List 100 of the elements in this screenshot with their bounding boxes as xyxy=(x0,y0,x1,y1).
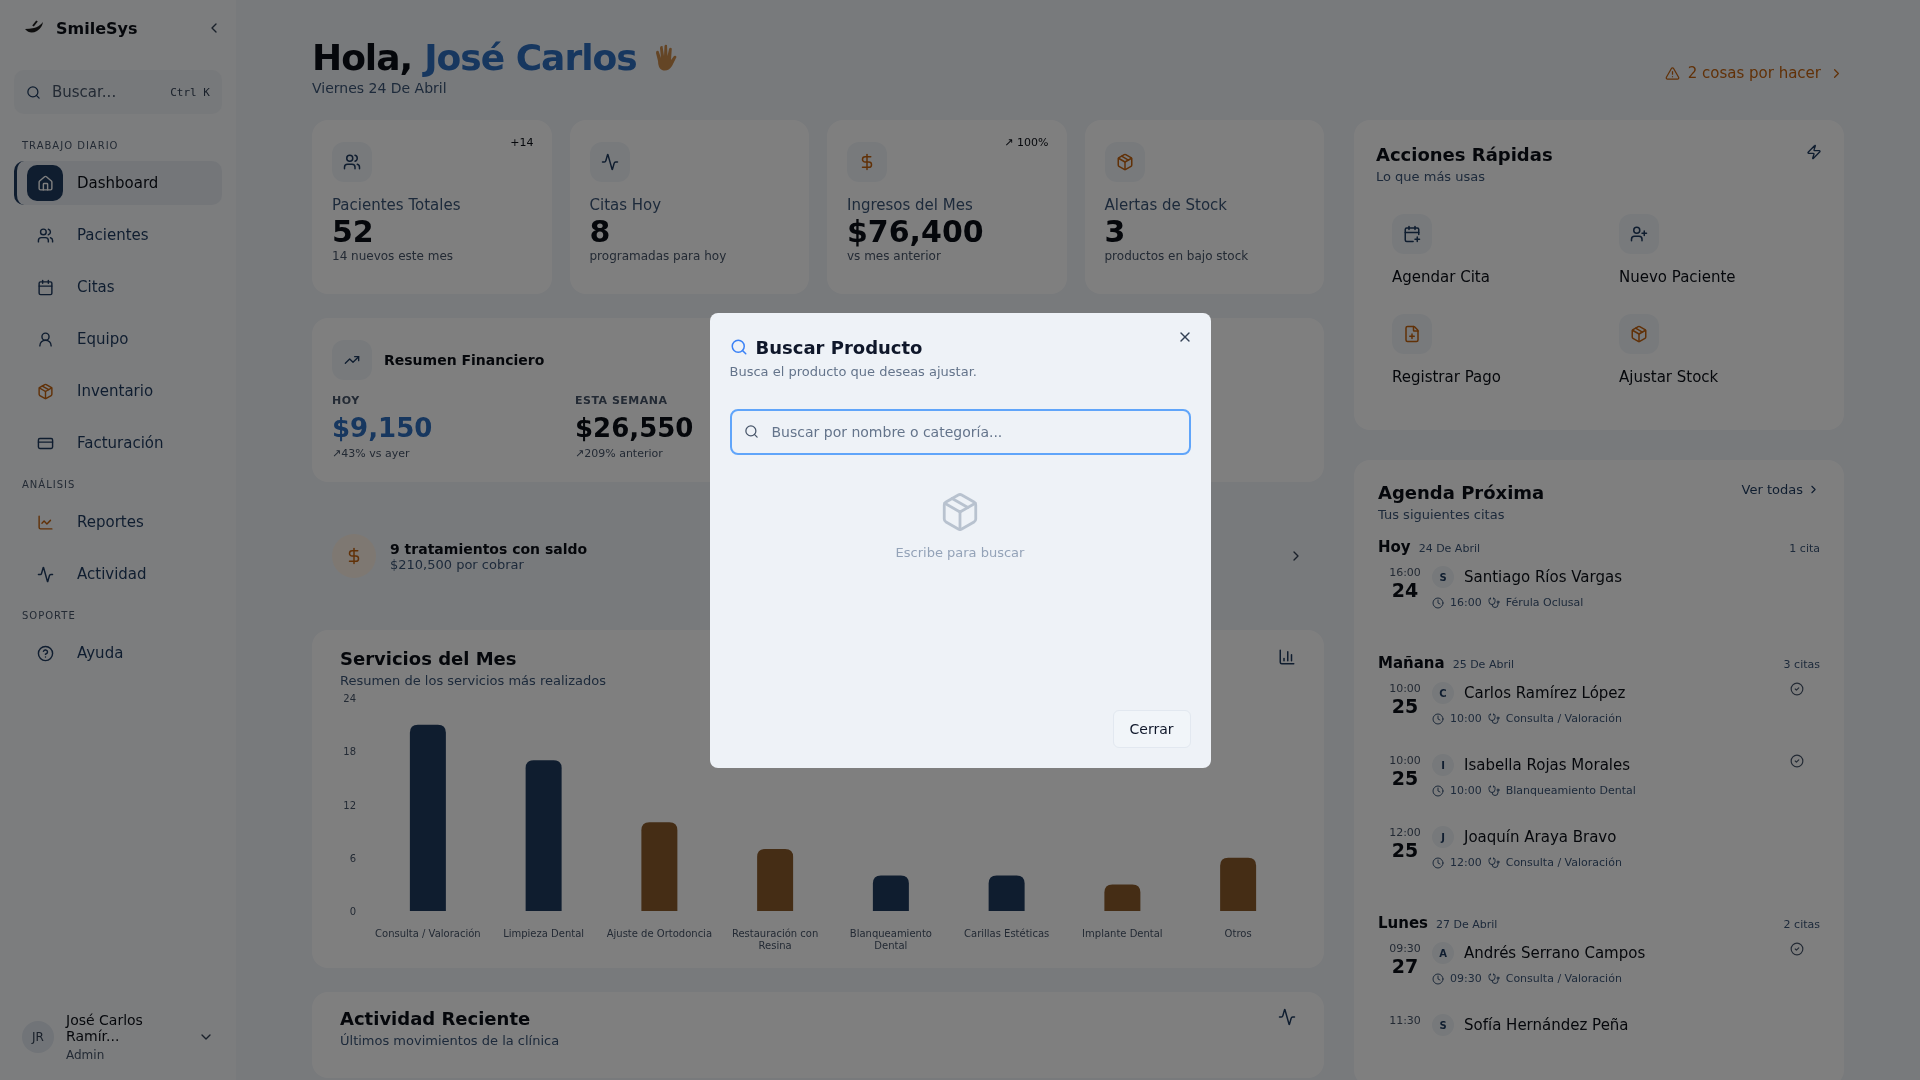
treatment-name: Férula Oclusal xyxy=(1505,596,1584,609)
appointment-time: 10:00 xyxy=(1389,682,1421,695)
nav-item[interactable]: Facturación xyxy=(14,421,222,465)
slot-time: 09:30 xyxy=(1450,972,1482,985)
clock-icon xyxy=(1432,712,1444,725)
nav-item[interactable]: Pacientes xyxy=(14,213,222,257)
card-subtitle: Últimos movimientos de la clínica xyxy=(340,1033,560,1048)
day-number: 25 xyxy=(1391,695,1419,717)
patient-initial: S xyxy=(1432,1014,1454,1036)
stat-caption: vs mes anterior xyxy=(847,249,942,263)
clock-icon xyxy=(1432,596,1444,609)
quick-action[interactable]: Ajustar Stock xyxy=(1619,314,1806,386)
section-heading: TRABAJO DIARIO xyxy=(21,140,120,151)
box-icon xyxy=(1115,153,1134,171)
patient-initial: S xyxy=(1432,566,1454,588)
user-first-name: José Carlos xyxy=(424,37,637,78)
clock-icon xyxy=(1432,784,1444,797)
change-text: ↗209% anterior xyxy=(575,447,663,460)
todo-link[interactable]: 2 cosas por hacer xyxy=(1664,64,1844,82)
nav-item[interactable]: Actividad xyxy=(14,552,222,596)
nav-item[interactable]: Dashboard xyxy=(14,161,222,205)
nav-item[interactable]: Ayuda xyxy=(14,631,222,675)
axis-category-label: Restauración con Resina xyxy=(730,928,820,952)
pending-amount: $210,500 por cobrar xyxy=(390,556,524,572)
slot-time: 12:00 xyxy=(1450,856,1482,869)
trend-label: ↗ 100% xyxy=(1004,136,1049,149)
empty-hint: Escribe para buscar xyxy=(895,544,1025,560)
patient-name[interactable]: Andrés Serrano Campos xyxy=(1464,944,1646,962)
section-heading: ANÁLISIS xyxy=(21,479,77,490)
amount: $9,150 xyxy=(332,413,433,443)
slot-time: 16:00 xyxy=(1450,596,1482,609)
day-label: Mañana xyxy=(1378,654,1445,672)
date-label: 25 De Abril xyxy=(1452,658,1515,671)
period-label: ESTA SEMANA xyxy=(575,394,668,407)
quick-action[interactable]: Registrar Pago xyxy=(1392,314,1579,386)
nav-item[interactable]: Reportes xyxy=(14,500,222,544)
bar xyxy=(1104,884,1141,911)
stethoscope-icon xyxy=(1487,856,1500,869)
box-icon xyxy=(1630,325,1648,343)
pending-title: 9 tratamientos con saldo xyxy=(390,540,588,557)
dollar-icon xyxy=(332,534,376,578)
calendar-icon xyxy=(36,278,54,296)
help-icon xyxy=(36,644,54,662)
patient-name[interactable]: Isabella Rojas Morales xyxy=(1464,756,1631,774)
axis-category-label: Blanqueamiento Dental xyxy=(848,928,933,952)
view-all-link[interactable]: Ver todas xyxy=(1741,482,1820,497)
nav-item[interactable]: Inventario xyxy=(14,369,222,413)
stat-value: 3 xyxy=(1104,214,1127,249)
stethoscope-icon xyxy=(1487,596,1500,609)
axis-category-label: Consulta / Valoración xyxy=(374,928,482,941)
clock-icon xyxy=(1432,856,1444,869)
date-label: 24 De Abril xyxy=(1418,542,1480,555)
patient-name[interactable]: Santiago Ríos Vargas xyxy=(1464,568,1622,586)
warning-icon xyxy=(1664,65,1680,81)
card-title: Agenda Próxima xyxy=(1378,482,1545,503)
stat-value: 8 xyxy=(589,214,612,249)
product-search-field[interactable]: Buscar por nombre o categoría... xyxy=(729,408,1191,455)
bar xyxy=(757,848,794,911)
search-icon xyxy=(743,424,759,439)
lightning-icon xyxy=(1806,144,1822,160)
patient-initial: I xyxy=(1432,754,1454,776)
card-subtitle: Tus siguientes citas xyxy=(1378,507,1505,522)
nav-item[interactable]: Equipo xyxy=(14,317,222,361)
slot-time: 10:00 xyxy=(1450,784,1482,797)
stat-caption: productos en bajo stock xyxy=(1104,249,1250,263)
date-text: Viernes 24 De Abril xyxy=(312,80,448,96)
users-icon xyxy=(343,153,361,171)
day-number: 24 xyxy=(1391,579,1419,601)
user-icon xyxy=(36,330,54,348)
nav-item[interactable]: Citas xyxy=(14,265,222,309)
card-title: Acciones Rápidas xyxy=(1376,144,1553,165)
treatment-name: Blanqueamiento Dental xyxy=(1505,784,1636,797)
axis-category-label: Ajuste de Ortodoncia xyxy=(605,928,714,941)
axis-category-label: Limpieza Dental xyxy=(502,928,586,941)
line-chart-icon xyxy=(36,513,54,531)
search-icon xyxy=(729,338,748,356)
card-title: Servicios del Mes xyxy=(340,648,518,669)
period-label: HOY xyxy=(332,394,360,407)
stat-label: Pacientes Totales xyxy=(332,196,462,214)
bar-chart-icon[interactable] xyxy=(1278,648,1296,666)
appointment-time: 09:30 xyxy=(1389,942,1421,955)
patient-name[interactable]: Sofía Hernández Peña xyxy=(1464,1016,1629,1034)
patient-name[interactable]: Joaquín Araya Bravo xyxy=(1464,828,1617,846)
user-avatar: JR xyxy=(22,1021,54,1053)
dialog-title: Buscar Producto xyxy=(755,336,923,358)
card-title: Actividad Reciente xyxy=(340,1008,532,1029)
quick-action[interactable]: Agendar Cita xyxy=(1392,214,1579,286)
stat-label: Alertas de Stock xyxy=(1104,196,1228,214)
stat-label: Citas Hoy xyxy=(589,196,663,214)
search-icon xyxy=(26,84,41,100)
treatment-name: Consulta / Valoración xyxy=(1505,856,1622,869)
day-label: Lunes xyxy=(1378,914,1429,932)
patient-name[interactable]: Carlos Ramírez López xyxy=(1464,684,1626,702)
appointment-time: 16:00 xyxy=(1389,566,1421,579)
home-icon xyxy=(36,174,54,192)
quick-action[interactable]: Nuevo Paciente xyxy=(1619,214,1806,286)
users-icon xyxy=(36,226,54,244)
section-heading: SOPORTE xyxy=(21,610,77,621)
day-number: 25 xyxy=(1391,839,1419,861)
close-dialog-button[interactable]: Cerrar xyxy=(1112,709,1191,748)
